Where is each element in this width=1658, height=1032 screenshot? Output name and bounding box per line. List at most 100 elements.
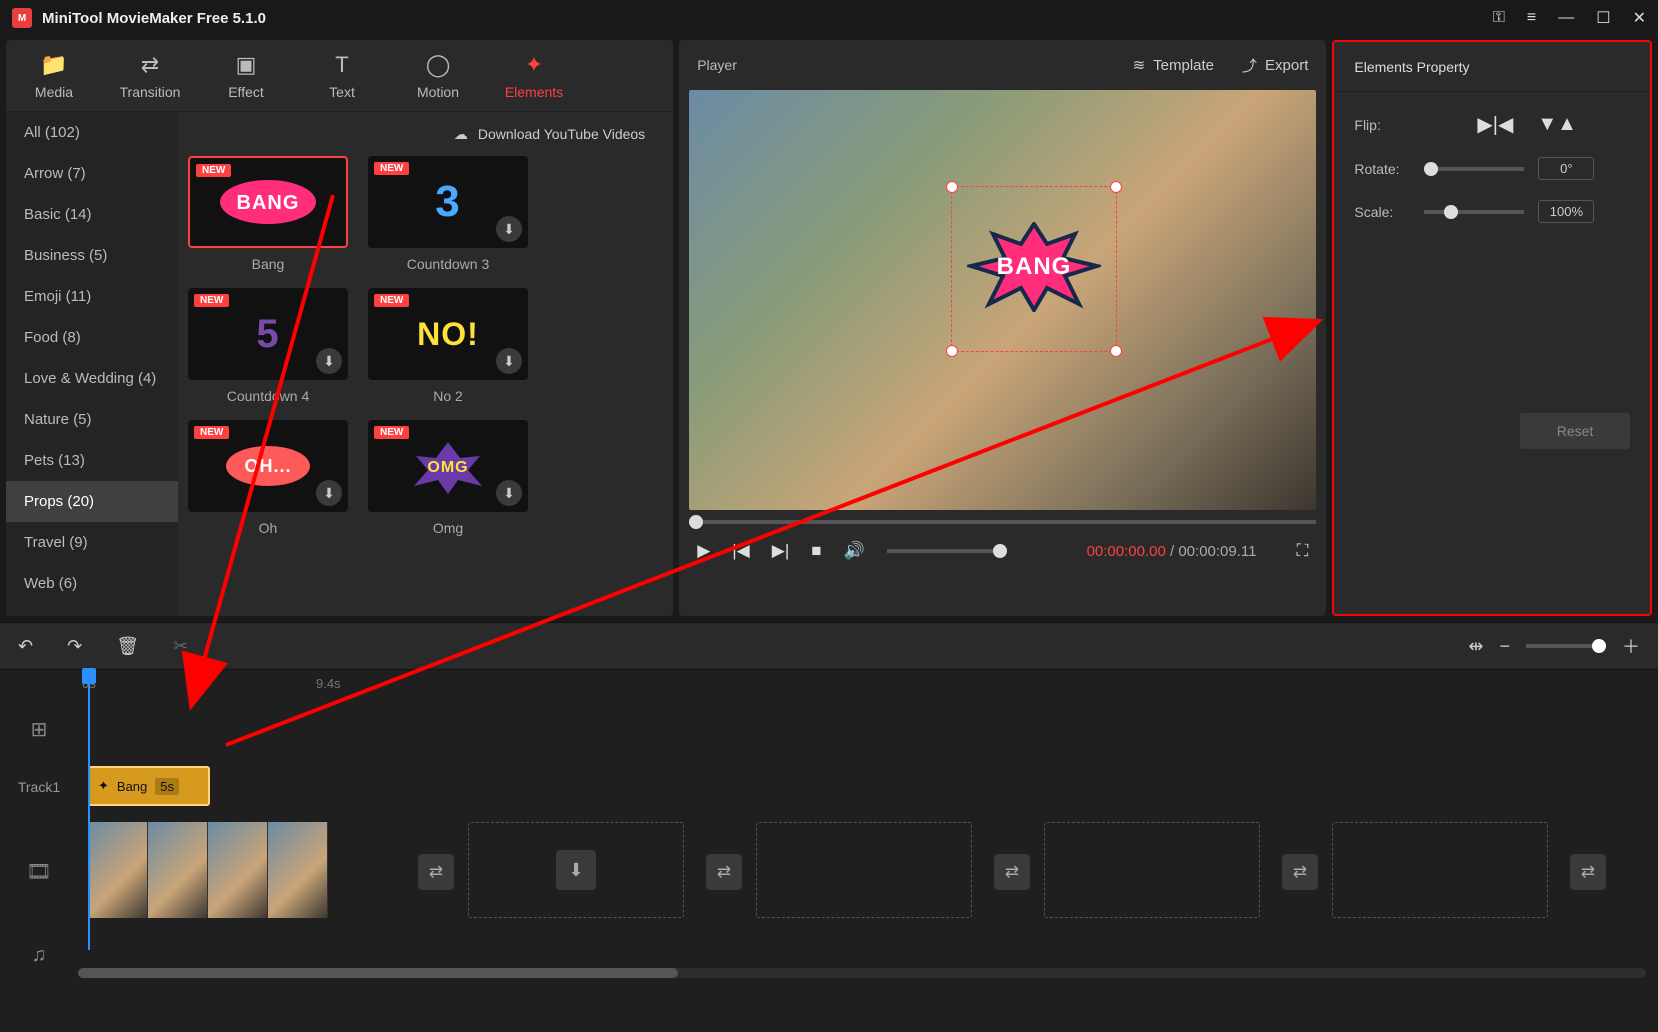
- ruler-tick-1: 9.4s: [316, 676, 341, 691]
- fit-button[interactable]: ⇹: [1468, 636, 1483, 657]
- transition-placeholder[interactable]: ⇄: [1570, 854, 1606, 890]
- playhead[interactable]: [88, 670, 90, 950]
- category-web[interactable]: Web (6): [6, 563, 178, 604]
- minimize-button[interactable]: —: [1558, 9, 1574, 27]
- new-badge: NEW: [194, 294, 229, 307]
- element-countdown-3[interactable]: NEW 3 ⬇ Countdown 3: [368, 156, 528, 280]
- download-icon[interactable]: ⬇: [496, 216, 522, 242]
- fullscreen-button[interactable]: ⛶: [1296, 541, 1308, 561]
- delete-button[interactable]: 🗑: [116, 636, 139, 657]
- resize-handle-ne[interactable]: [1110, 181, 1122, 193]
- element-countdown-4[interactable]: NEW 5 ⬇ Countdown 4: [188, 288, 348, 412]
- menu-icon[interactable]: ≡: [1527, 9, 1536, 27]
- flip-horizontal-button[interactable]: ▶|◀: [1477, 112, 1513, 137]
- scale-thumb[interactable]: [1444, 205, 1458, 219]
- effect-icon: ▣: [198, 52, 294, 78]
- resize-handle-se[interactable]: [1110, 345, 1122, 357]
- scale-slider[interactable]: [1424, 210, 1524, 214]
- export-button[interactable]: ⤴Export: [1242, 55, 1308, 76]
- key-icon[interactable]: ⚿: [1493, 9, 1505, 27]
- category-all[interactable]: All (102): [6, 112, 178, 153]
- tab-transition[interactable]: ⇄Transition: [102, 52, 198, 100]
- download-icon[interactable]: ⬇: [316, 480, 342, 506]
- category-food[interactable]: Food (8): [6, 317, 178, 358]
- stop-button[interactable]: ■: [811, 541, 821, 561]
- video-track-icon: 🎞: [26, 861, 51, 883]
- transition-placeholder[interactable]: ⇄: [994, 854, 1030, 890]
- category-nature[interactable]: Nature (5): [6, 399, 178, 440]
- close-button[interactable]: ✕: [1633, 8, 1646, 28]
- scrollbar-thumb[interactable]: [78, 968, 678, 978]
- volume-icon[interactable]: 🔊: [844, 541, 865, 561]
- category-props[interactable]: Props (20): [6, 481, 178, 522]
- video-clip[interactable]: [88, 822, 328, 918]
- app-logo: M: [12, 8, 32, 28]
- download-icon[interactable]: ⬇: [496, 480, 522, 506]
- category-list: All (102) Arrow (7) Basic (14) Business …: [6, 112, 178, 616]
- tab-media[interactable]: 📁Media: [6, 52, 102, 100]
- zoom-in-button[interactable]: ＋: [1622, 633, 1640, 659]
- rotate-slider[interactable]: [1424, 167, 1524, 171]
- element-omg[interactable]: NEW OMG ⬇ Omg: [368, 420, 528, 544]
- resize-handle-sw[interactable]: [946, 345, 958, 357]
- split-button[interactable]: ✂: [173, 636, 188, 657]
- element-oh[interactable]: NEW OH... ⬇ Oh: [188, 420, 348, 544]
- category-basic[interactable]: Basic (14): [6, 194, 178, 235]
- add-track-icon[interactable]: ⊞: [31, 719, 48, 741]
- tab-effect[interactable]: ▣Effect: [198, 52, 294, 100]
- add-track-row: ⊞: [0, 700, 1658, 758]
- volume-thumb[interactable]: [993, 544, 1007, 558]
- transition-placeholder[interactable]: ⇄: [706, 854, 742, 890]
- category-emoji[interactable]: Emoji (11): [6, 276, 178, 317]
- empty-media-slot[interactable]: [1332, 822, 1548, 918]
- scale-value[interactable]: 100%: [1538, 200, 1594, 223]
- play-button[interactable]: ▶: [697, 541, 710, 561]
- rotate-thumb[interactable]: [1424, 162, 1438, 176]
- undo-button[interactable]: ↶: [18, 636, 33, 657]
- transition-placeholder[interactable]: ⇄: [1282, 854, 1318, 890]
- tracks: 0s 9.4s ⊞ Track1 ✦ Bang 5s 🎞: [0, 670, 1658, 984]
- prev-frame-button[interactable]: |◀: [732, 541, 750, 561]
- svg-text:OMG: OMG: [427, 459, 468, 476]
- category-pets[interactable]: Pets (13): [6, 440, 178, 481]
- transition-placeholder[interactable]: ⇄: [418, 854, 454, 890]
- properties-panel: Elements Property Flip: ▶|◀ ▼▲ Rotate: 0…: [1332, 40, 1652, 616]
- element-no-2[interactable]: NEW NO! ⬇ No 2: [368, 288, 528, 412]
- zoom-thumb[interactable]: [1592, 639, 1606, 653]
- empty-media-slot[interactable]: ⬇: [468, 822, 684, 918]
- clip-bang[interactable]: ✦ Bang 5s: [88, 766, 210, 806]
- tab-motion[interactable]: ◯Motion: [390, 52, 486, 100]
- player-progress[interactable]: [689, 520, 1316, 524]
- empty-media-slot[interactable]: [1044, 822, 1260, 918]
- redo-button[interactable]: ↷: [67, 636, 82, 657]
- reset-button[interactable]: Reset: [1520, 413, 1630, 449]
- download-youtube-link[interactable]: ☁ Download YouTube Videos: [178, 112, 673, 156]
- category-business[interactable]: Business (5): [6, 235, 178, 276]
- flip-label: Flip:: [1354, 117, 1424, 133]
- category-travel[interactable]: Travel (9): [6, 522, 178, 563]
- add-media-icon[interactable]: ⬇: [556, 850, 596, 890]
- volume-slider[interactable]: [887, 549, 1007, 553]
- horizontal-scrollbar[interactable]: [78, 968, 1646, 978]
- empty-media-slot[interactable]: [756, 822, 972, 918]
- video-preview[interactable]: BANG: [689, 90, 1316, 510]
- element-bang[interactable]: NEW BANG Bang: [188, 156, 348, 280]
- zoom-out-button[interactable]: −: [1499, 636, 1510, 657]
- next-frame-button[interactable]: ▶|: [772, 541, 790, 561]
- tab-text[interactable]: TText: [294, 52, 390, 100]
- download-icon[interactable]: ⬇: [316, 348, 342, 374]
- tab-elements[interactable]: ✦Elements: [486, 52, 582, 100]
- download-icon[interactable]: ⬇: [496, 348, 522, 374]
- timecode: 00:00:00.00 / 00:00:09.11: [1087, 543, 1257, 560]
- category-love-wedding[interactable]: Love & Wedding (4): [6, 358, 178, 399]
- resize-handle-nw[interactable]: [946, 181, 958, 193]
- zoom-slider[interactable]: [1526, 644, 1606, 648]
- app-title: MiniTool MovieMaker Free 5.1.0: [42, 10, 266, 27]
- ruler[interactable]: 0s 9.4s: [0, 670, 1658, 700]
- maximize-button[interactable]: ☐: [1596, 8, 1610, 28]
- rotate-value[interactable]: 0°: [1538, 157, 1594, 180]
- flip-vertical-button[interactable]: ▼▲: [1537, 113, 1577, 136]
- category-arrow[interactable]: Arrow (7): [6, 153, 178, 194]
- template-button[interactable]: ≋Template: [1133, 55, 1214, 76]
- bang-element-overlay[interactable]: BANG: [967, 222, 1101, 312]
